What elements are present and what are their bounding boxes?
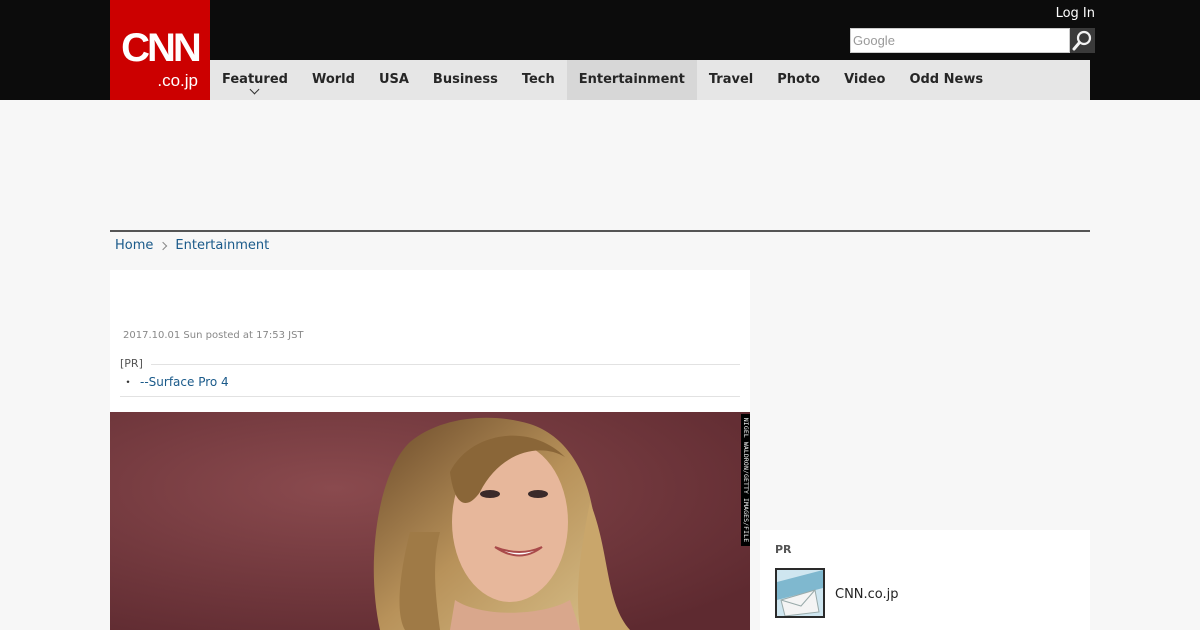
logo-wordmark: CNN: [121, 26, 202, 70]
pr-item-link[interactable]: CNN.co.jp: [835, 587, 899, 603]
article-photo: [110, 412, 750, 630]
nav-label: Travel: [708, 72, 754, 87]
pr-header: [PR]: [120, 357, 740, 371]
sidebar-pr-card: PR CNN.co.jp: [760, 530, 1090, 630]
nav-usa[interactable]: USA: [367, 60, 421, 100]
divider: [120, 396, 740, 397]
breadcrumb: Home Entertainment: [115, 237, 269, 255]
divider: [150, 363, 740, 365]
envelope-icon: [777, 570, 823, 616]
cnn-logo[interactable]: CNN .co.jp: [110, 0, 210, 100]
nav-label: Photo: [777, 72, 821, 87]
nav-photo[interactable]: Photo: [765, 60, 832, 100]
chevron-right-icon: [159, 241, 168, 251]
search-field[interactable]: [850, 28, 1070, 53]
breadcrumb-home-link[interactable]: Home: [115, 237, 153, 255]
main-nav: Featured World USA Business Tech Enterta…: [210, 60, 1090, 100]
breadcrumb-entertainment-link[interactable]: Entertainment: [175, 237, 269, 255]
search-icon: [1072, 30, 1092, 51]
pr-thumbnail-image[interactable]: [775, 568, 825, 618]
nav-label: USA: [378, 72, 409, 87]
logo-domain: .co.jp: [157, 71, 198, 90]
nav-label: Odd News: [909, 72, 984, 87]
nav-travel[interactable]: Travel: [697, 60, 765, 100]
nav-odd-news[interactable]: Odd News: [897, 60, 995, 100]
search-input[interactable]: [851, 29, 1069, 52]
nav-tech[interactable]: Tech: [510, 60, 567, 100]
nav-label: World: [311, 72, 355, 87]
portrait-image: [110, 412, 750, 630]
section-divider: [110, 230, 1090, 232]
photo-credit: NIGEL WALDRON/GETTY IMAGES/FILE: [741, 414, 750, 546]
nav-featured[interactable]: Featured: [210, 60, 300, 100]
article-card: 2017.10.01 Sun posted at 17:53 JST [PR] …: [110, 270, 750, 412]
nav-business[interactable]: Business: [421, 60, 510, 100]
bullet: ・: [122, 375, 135, 389]
nav-world[interactable]: World: [300, 60, 367, 100]
nav-label: Entertainment: [578, 72, 685, 87]
nav-label: Tech: [521, 72, 555, 87]
pr-ad-link[interactable]: ・ --Surface Pro 4: [122, 374, 229, 390]
photo-credit-text: NIGEL WALDRON/GETTY IMAGES/FILE: [741, 417, 750, 543]
login-link[interactable]: Log In: [1056, 6, 1095, 22]
post-timestamp: 2017.10.01 Sun posted at 17:53 JST: [123, 330, 304, 341]
pr-label: [PR]: [120, 357, 143, 370]
nav-video[interactable]: Video: [832, 60, 897, 100]
pr-ad-link-text: --Surface Pro 4: [140, 375, 229, 389]
nav-entertainment[interactable]: Entertainment: [566, 60, 697, 100]
sidebar-pr-title: PR: [775, 543, 792, 556]
nav-label: Business: [432, 72, 498, 87]
search-button[interactable]: [1070, 28, 1095, 53]
nav-label: Video: [844, 72, 886, 87]
